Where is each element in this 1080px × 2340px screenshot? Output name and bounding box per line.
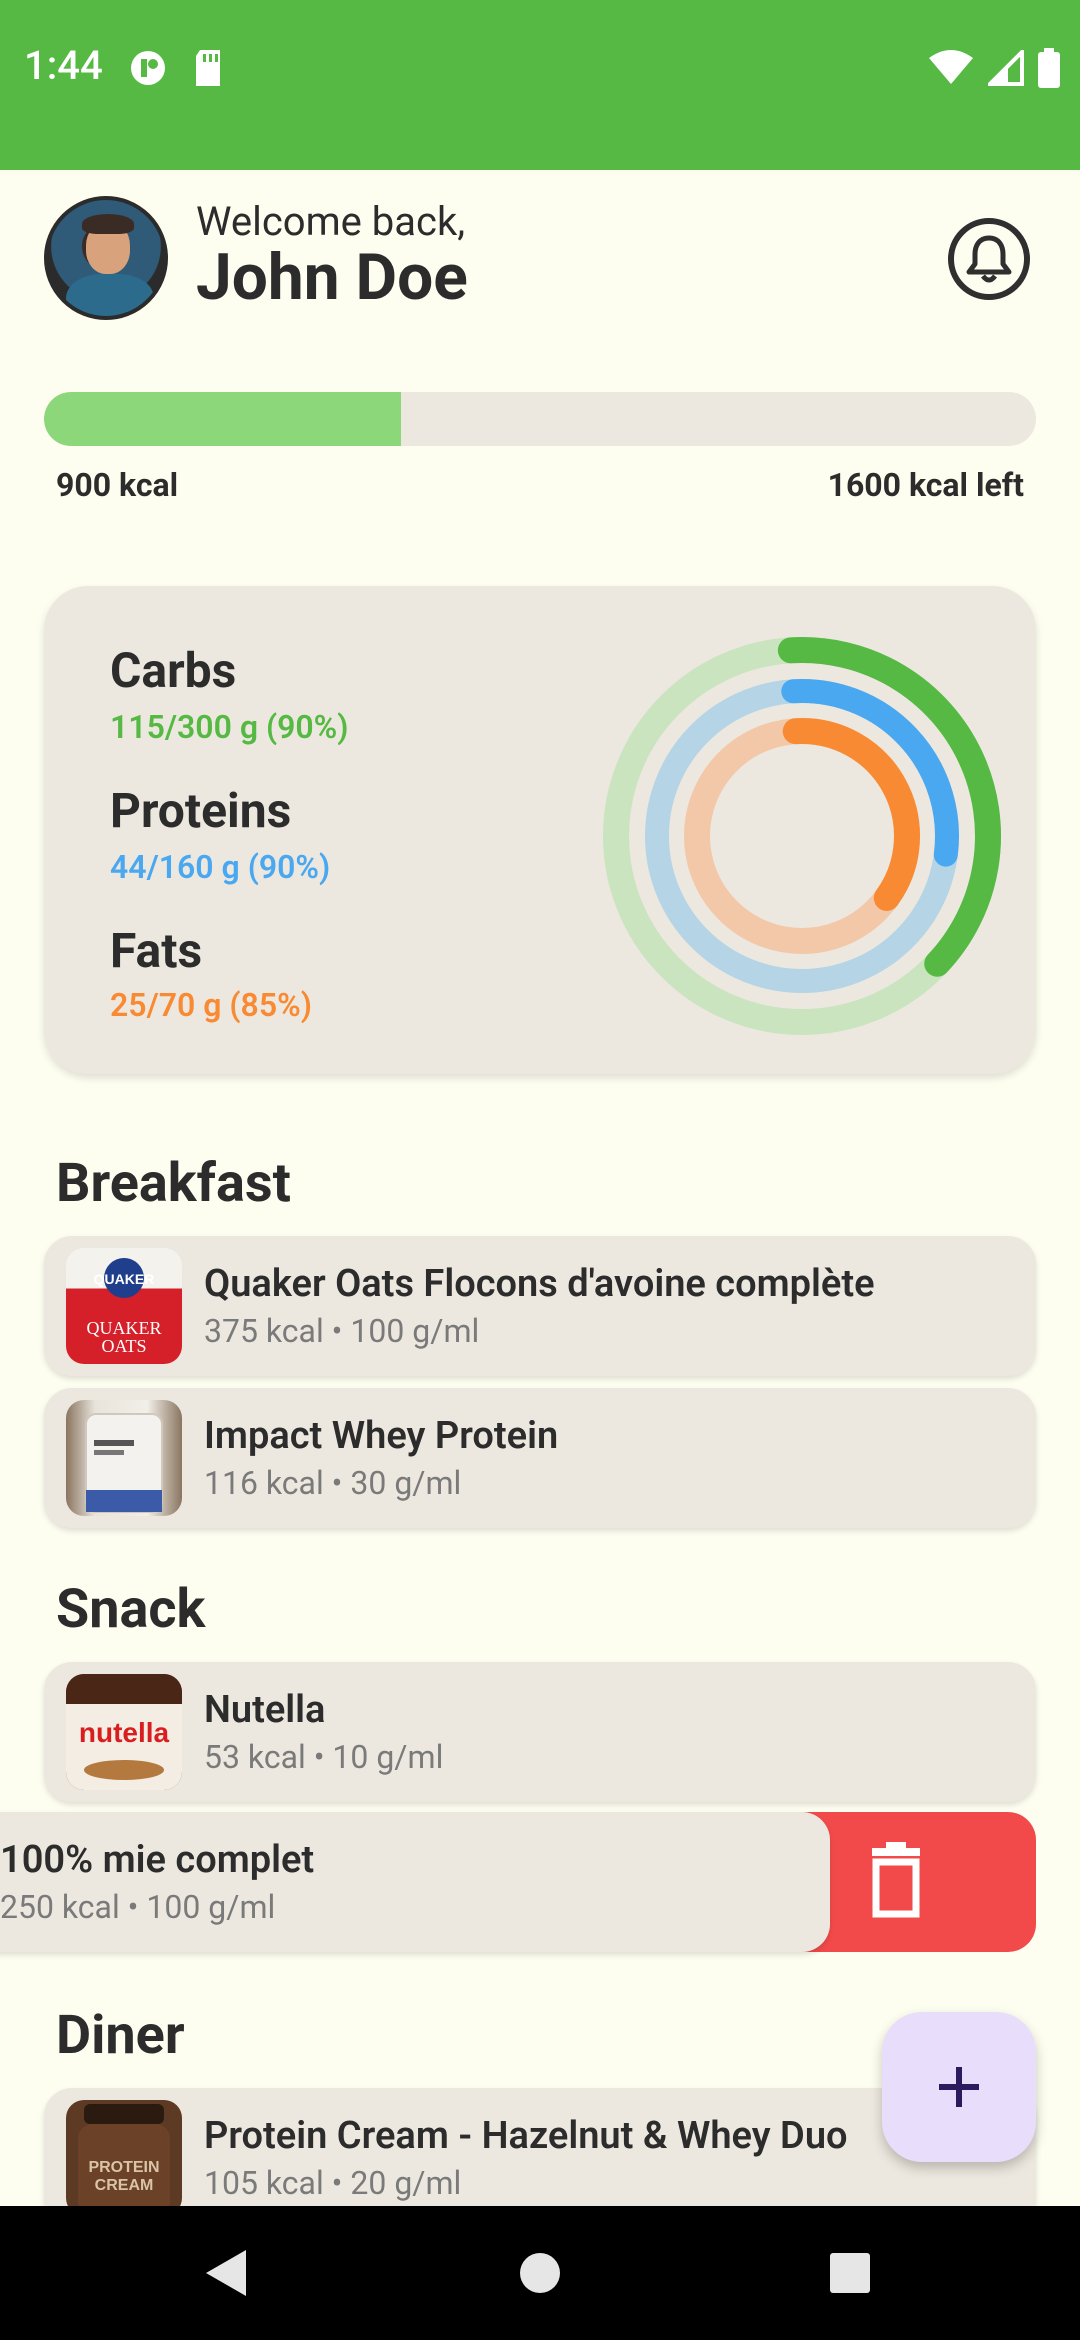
- welcome-text: Welcome back,: [196, 198, 466, 245]
- carbs-label: Carbs: [110, 642, 237, 699]
- bell-icon: [966, 235, 1012, 283]
- food-meta: 105 kcal • 20 g/ml: [204, 2164, 462, 2202]
- wifi-icon: [929, 50, 973, 84]
- section-title-breakfast: Breakfast: [56, 1152, 291, 1215]
- sd-card-icon: [196, 50, 220, 86]
- food-item[interactable]: QUAKER QUAKER OATS Quaker Oats Flocons d…: [44, 1236, 1036, 1376]
- add-food-button[interactable]: [882, 2012, 1036, 2162]
- food-item[interactable]: Impact Whey Protein 116 kcal • 30 g/ml: [44, 1388, 1036, 1528]
- back-icon[interactable]: [200, 2246, 250, 2300]
- calorie-progress-fill: [44, 392, 402, 446]
- food-meta: 53 kcal • 10 g/ml: [204, 1738, 444, 1776]
- status-bar: 1:44: [0, 0, 1080, 170]
- calories-left: 1600 kcal left: [827, 466, 1024, 504]
- food-item[interactable]: nutella Nutella 53 kcal • 10 g/ml: [44, 1662, 1036, 1802]
- svg-text:PROTEIN: PROTEIN: [88, 2159, 159, 2176]
- fats-label: Fats: [110, 922, 203, 979]
- svg-text:nutella: nutella: [79, 1717, 170, 1748]
- system-navigation-bar: [0, 2206, 1080, 2340]
- user-name: John Doe: [196, 240, 468, 315]
- calories-consumed: 900 kcal: [56, 466, 179, 504]
- food-name: 100% mie complet: [0, 1838, 315, 1882]
- food-name: Quaker Oats Flocons d'avoine complète: [204, 1262, 875, 1306]
- avatar[interactable]: [44, 196, 168, 320]
- food-name: Nutella: [204, 1688, 326, 1732]
- proteins-value: 44/160 g (90%): [110, 848, 331, 886]
- food-meta: 116 kcal • 30 g/ml: [204, 1464, 462, 1502]
- food-thumbnail: QUAKER QUAKER OATS: [66, 1248, 182, 1364]
- notifications-button[interactable]: [948, 218, 1030, 300]
- section-title-snack: Snack: [56, 1578, 206, 1641]
- fats-ring: [782, 718, 920, 911]
- recents-icon[interactable]: [828, 2246, 872, 2300]
- svg-text:QUAKER: QUAKER: [87, 1318, 162, 1338]
- proteins-label: Proteins: [110, 782, 292, 839]
- fats-value: 25/70 g (85%): [110, 986, 312, 1024]
- swipe-to-delete-row[interactable]: 100% mie complet 250 kcal • 100 g/ml: [0, 1812, 1036, 1952]
- battery-icon: [1038, 48, 1060, 88]
- macros-card: Carbs 115/300 g (90%) Proteins 44/160 g …: [44, 586, 1036, 1074]
- trash-icon: [872, 1842, 920, 1918]
- home-icon[interactable]: [518, 2246, 562, 2300]
- food-item[interactable]: 100% mie complet 250 kcal • 100 g/ml: [0, 1812, 830, 1952]
- food-name: Protein Cream - Hazelnut & Whey Duo: [204, 2114, 848, 2158]
- food-name: Impact Whey Protein: [204, 1414, 559, 1458]
- food-meta: 375 kcal • 100 g/ml: [204, 1312, 480, 1350]
- macro-rings-chart: [603, 637, 1001, 1035]
- section-title-diner: Diner: [56, 2004, 185, 2067]
- food-meta: 250 kcal • 100 g/ml: [0, 1888, 276, 1926]
- svg-text:QUAKER: QUAKER: [94, 1271, 155, 1287]
- status-time: 1:44: [24, 42, 103, 89]
- carbs-value: 115/300 g (90%): [110, 708, 349, 746]
- food-thumbnail: PROTEIN CREAM: [66, 2100, 182, 2216]
- svg-text:OATS: OATS: [101, 1336, 146, 1356]
- plus-icon: [939, 2067, 979, 2107]
- cellular-signal-icon: [988, 50, 1024, 86]
- app-notification-icon: [131, 51, 165, 85]
- svg-text:CREAM: CREAM: [95, 2177, 154, 2194]
- food-thumbnail: nutella: [66, 1674, 182, 1790]
- food-thumbnail: [66, 1400, 182, 1516]
- calorie-progress-bar: [44, 392, 1036, 446]
